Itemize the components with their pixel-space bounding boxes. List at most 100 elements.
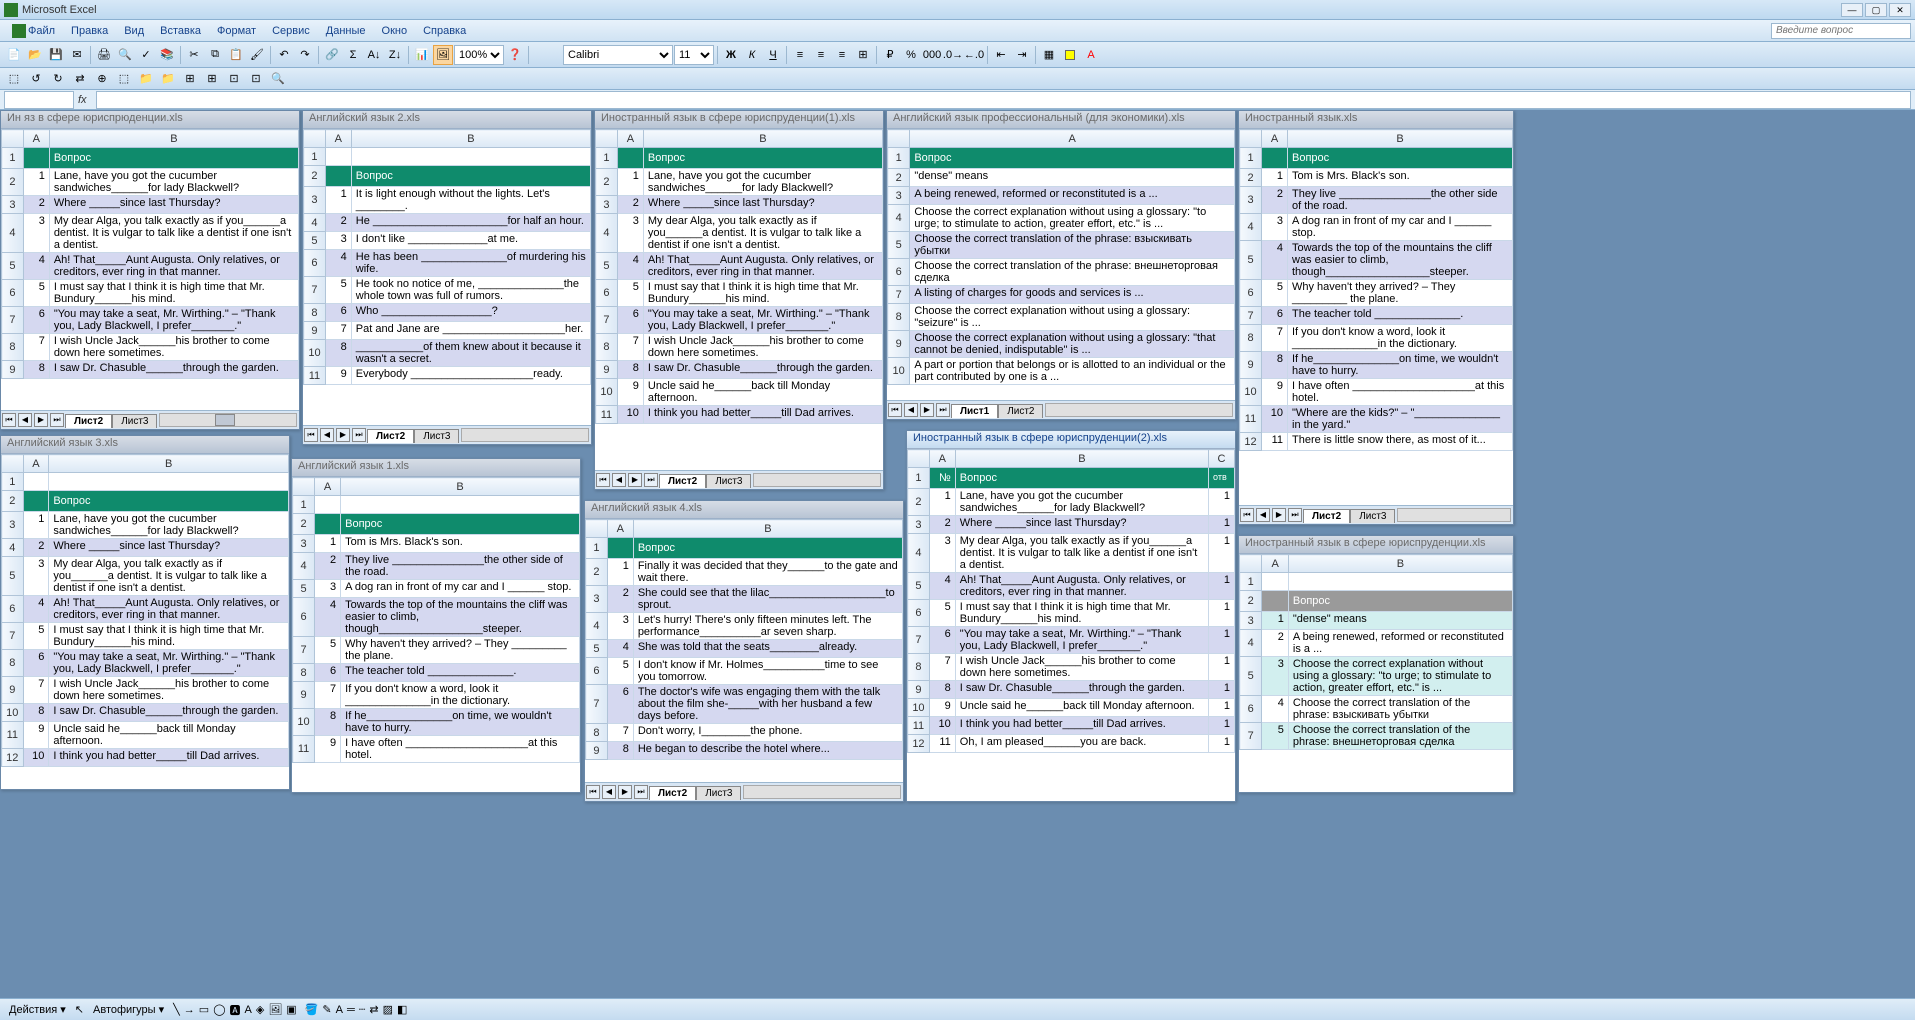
workbook-window[interactable]: Английский язык 3.xls AB12Вопрос31Lane, … <box>0 435 290 790</box>
tab-first-icon[interactable]: ⏮ <box>888 403 902 417</box>
workbook-window[interactable]: Ин яз в сфере юриспрюденции.xls AB1Вопро… <box>0 110 300 430</box>
tab-last-icon[interactable]: ⏭ <box>644 473 658 487</box>
menu-tools[interactable]: Сервис <box>264 23 318 39</box>
italic-icon[interactable]: К <box>742 45 762 65</box>
print-icon[interactable]: 🖨 <box>94 45 114 65</box>
shadow-icon[interactable]: ▨ <box>383 1003 393 1016</box>
decrease-indent-icon[interactable]: ⇤ <box>991 45 1011 65</box>
paste-icon[interactable]: 📋 <box>226 45 246 65</box>
menu-edit[interactable]: Правка <box>63 23 116 39</box>
hscroll[interactable] <box>159 413 297 427</box>
grid[interactable]: ABC1№Вопросотв21Lane, have you got the c… <box>907 449 1235 801</box>
line-icon[interactable]: ╲ <box>173 1003 180 1016</box>
menu-file[interactable]: Файл <box>4 22 63 40</box>
menu-view[interactable]: Вид <box>116 23 152 39</box>
align-right-icon[interactable]: ≡ <box>832 45 852 65</box>
borders-icon[interactable]: ▦ <box>1039 45 1059 65</box>
font-color-icon[interactable]: A <box>1081 45 1101 65</box>
hscroll[interactable] <box>1397 508 1511 522</box>
tab-next-icon[interactable]: ▶ <box>34 413 48 427</box>
sheet-tab[interactable]: Лист3 <box>696 786 741 800</box>
arrow-icon[interactable]: → <box>184 1004 195 1016</box>
workbook-title[interactable]: Английский язык 4.xls <box>585 501 903 519</box>
tb2-icon[interactable]: 🔍 <box>268 70 288 88</box>
workbook-title[interactable]: Иностранный язык.xls <box>1239 111 1513 129</box>
tab-next-icon[interactable]: ▶ <box>618 785 632 799</box>
menu-format[interactable]: Формат <box>209 23 264 39</box>
menu-help[interactable]: Справка <box>415 23 474 39</box>
workbook-title[interactable]: Ин яз в сфере юриспрюденции.xls <box>1 111 299 129</box>
tab-prev-icon[interactable]: ◀ <box>612 473 626 487</box>
minimize-button[interactable]: — <box>1841 3 1863 17</box>
sheet-tab[interactable]: Лист3 <box>112 414 157 428</box>
font-size-select[interactable]: 11 <box>674 45 714 65</box>
tab-next-icon[interactable]: ▶ <box>920 403 934 417</box>
tab-last-icon[interactable]: ⏭ <box>936 403 950 417</box>
hyperlink-icon[interactable]: 🔗 <box>322 45 342 65</box>
tab-last-icon[interactable]: ⏭ <box>1288 508 1302 522</box>
menu-insert[interactable]: Вставка <box>152 23 209 39</box>
workbook-window[interactable]: Английский язык 4.xls AB1Вопрос21Finally… <box>584 500 904 802</box>
zoom-select[interactable]: 100% <box>454 45 504 65</box>
grid[interactable]: AB1Вопрос21Tom is Mrs. Black's son.32The… <box>1239 129 1513 505</box>
new-icon[interactable]: 📄 <box>4 45 24 65</box>
line-style-icon[interactable]: ═ <box>347 1004 355 1016</box>
hscroll[interactable] <box>1045 403 1233 417</box>
mail-icon[interactable]: ✉ <box>67 45 87 65</box>
grid[interactable]: AB12Вопрос31Tom is Mrs. Black's son.42Th… <box>292 477 580 792</box>
autoshapes-menu[interactable]: Автофигуры ▾ <box>88 1001 169 1018</box>
tab-next-icon[interactable]: ▶ <box>628 473 642 487</box>
hscroll[interactable] <box>743 785 901 799</box>
sheet-tab[interactable]: Лист2 <box>659 474 706 488</box>
workbook-window[interactable]: Английский язык 1.xls AB12Вопрос31Tom is… <box>291 458 581 793</box>
arrow-style-icon[interactable]: ⇄ <box>369 1003 378 1016</box>
tab-first-icon[interactable]: ⏮ <box>586 785 600 799</box>
format-painter-icon[interactable]: 🖌 <box>247 45 267 65</box>
diagram-icon[interactable]: ◈ <box>256 1003 264 1016</box>
sheet-tab[interactable]: Лист3 <box>1350 509 1395 523</box>
cut-icon[interactable]: ✂ <box>184 45 204 65</box>
drawing-icon[interactable]: 🖼 <box>433 45 453 65</box>
textbox-icon[interactable]: 🅰 <box>230 1002 241 1018</box>
dash-style-icon[interactable]: ┄ <box>359 1003 366 1016</box>
tab-first-icon[interactable]: ⏮ <box>304 428 318 442</box>
workbook-window[interactable]: Иностранный язык в сфере юриспруденции(1… <box>594 110 884 490</box>
autosum-icon[interactable]: Σ <box>343 45 363 65</box>
tb2-icon[interactable]: ⊞ <box>180 70 200 88</box>
workbook-title[interactable]: Иностранный язык в сфере юриспруденции(1… <box>595 111 883 129</box>
tb2-icon[interactable]: 📁 <box>158 70 178 88</box>
decrease-decimal-icon[interactable]: ←.0 <box>964 45 984 65</box>
print-preview-icon[interactable]: 🔍 <box>115 45 135 65</box>
workbook-window[interactable]: Иностранный язык в сфере юриспруденции(2… <box>906 430 1236 802</box>
research-icon[interactable]: 📚 <box>157 45 177 65</box>
3d-icon[interactable]: ◧ <box>397 1003 407 1016</box>
workbook-window[interactable]: Иностранный язык в сфере юриспруденции.x… <box>1238 535 1514 793</box>
redo-icon[interactable]: ↷ <box>295 45 315 65</box>
chart-icon[interactable]: 📊 <box>412 45 432 65</box>
oval-icon[interactable]: ◯ <box>213 1003 225 1016</box>
tb2-icon[interactable]: ↻ <box>48 70 68 88</box>
tab-first-icon[interactable]: ⏮ <box>2 413 16 427</box>
sheet-tab[interactable]: Лист3 <box>414 429 459 443</box>
picture-icon[interactable]: ▣ <box>286 1003 296 1016</box>
rectangle-icon[interactable]: ▭ <box>199 1003 209 1016</box>
copy-icon[interactable]: ⧉ <box>205 45 225 65</box>
sheet-tab[interactable]: Лист2 <box>1303 509 1350 523</box>
tb2-icon[interactable]: ⊞ <box>202 70 222 88</box>
workbook-title[interactable]: Иностранный язык в сфере юриспруденции.x… <box>1239 536 1513 554</box>
open-icon[interactable]: 📂 <box>25 45 45 65</box>
grid[interactable]: AB1Вопрос21Lane, have you got the cucumb… <box>1 129 299 410</box>
sort-desc-icon[interactable]: Z↓ <box>385 45 405 65</box>
increase-decimal-icon[interactable]: .0→ <box>943 45 963 65</box>
spellcheck-icon[interactable]: ✓ <box>136 45 156 65</box>
tb2-icon[interactable]: ⊕ <box>92 70 112 88</box>
select-icon[interactable]: ↖ <box>75 1003 84 1016</box>
grid[interactable]: A1Вопрос2"dense" means3A being renewed, … <box>887 129 1235 400</box>
tab-prev-icon[interactable]: ◀ <box>904 403 918 417</box>
sheet-tab[interactable]: Лист1 <box>951 404 998 418</box>
fx-icon[interactable]: fx <box>78 94 96 106</box>
sheet-tab[interactable]: Лист2 <box>998 404 1043 418</box>
tab-prev-icon[interactable]: ◀ <box>1256 508 1270 522</box>
workbook-title[interactable]: Английский язык 2.xls <box>303 111 591 129</box>
tb2-icon[interactable]: ⬚ <box>114 70 134 88</box>
